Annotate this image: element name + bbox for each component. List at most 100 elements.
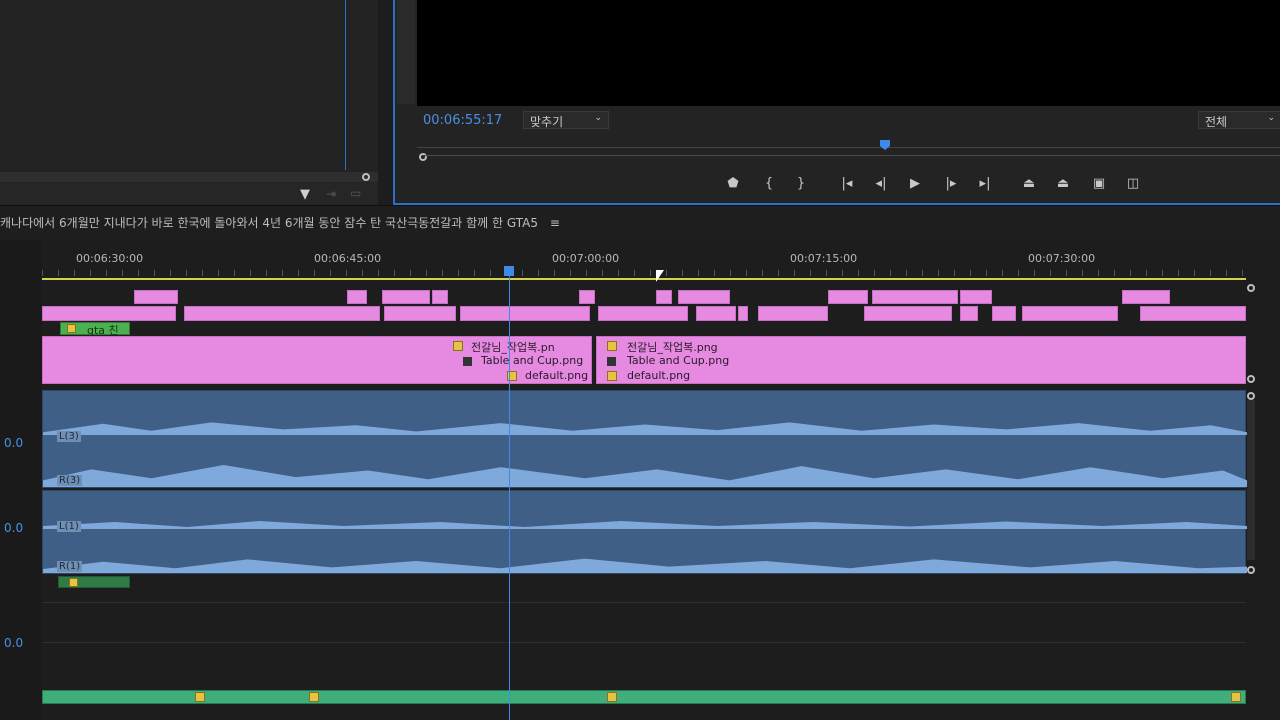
video-clip[interactable] bbox=[184, 306, 380, 321]
video-clip[interactable] bbox=[432, 290, 448, 304]
video-clip[interactable] bbox=[960, 306, 978, 321]
video-clip[interactable] bbox=[1140, 306, 1246, 321]
scrollbar-handle[interactable] bbox=[362, 173, 370, 181]
video-clip[interactable] bbox=[1022, 306, 1118, 321]
video-clip[interactable] bbox=[828, 290, 868, 304]
channel-label: L(3) bbox=[57, 431, 81, 442]
video-preview bbox=[417, 0, 1280, 106]
fx-badge-icon bbox=[453, 341, 463, 351]
step-forward-icon[interactable]: |▸ bbox=[941, 174, 961, 194]
ruler-ticks bbox=[42, 270, 1246, 276]
fit-dropdown[interactable]: 맞추기 ⌄ bbox=[523, 111, 609, 129]
new-bin-icon[interactable]: ▭ bbox=[350, 186, 361, 200]
filter-icon[interactable]: ▼ bbox=[300, 187, 310, 202]
track-divider bbox=[42, 642, 1246, 643]
go-to-out-icon[interactable]: ▸| bbox=[975, 174, 995, 194]
fit-dropdown-label: 맞추기 bbox=[530, 115, 564, 129]
video-clip[interactable] bbox=[384, 306, 456, 321]
scrub-track bbox=[417, 147, 1280, 148]
project-scrollbar[interactable] bbox=[0, 172, 378, 182]
mark-out-icon[interactable]: } bbox=[791, 174, 811, 194]
play-icon[interactable]: ▶ bbox=[905, 174, 925, 194]
video-clip[interactable] bbox=[872, 290, 958, 304]
mark-in-icon[interactable]: { bbox=[759, 174, 779, 194]
fx-badge-icon bbox=[1231, 692, 1241, 702]
vertical-scrollbar[interactable] bbox=[1247, 400, 1255, 560]
video-track-v4 bbox=[42, 290, 1246, 306]
audio-track-a2[interactable]: L(1) R(1) bbox=[42, 490, 1247, 574]
work-area-bar[interactable] bbox=[42, 278, 1246, 280]
timeline-tracks: gta 친 전갈님_작업복.pn Table and Cup.png defau… bbox=[42, 274, 1247, 720]
zoom-handle[interactable] bbox=[1247, 284, 1255, 292]
video-clip[interactable] bbox=[460, 306, 590, 321]
ruler-label: 00:06:30:00 bbox=[76, 252, 144, 265]
mouse-cursor-icon bbox=[656, 270, 664, 282]
channel-label: R(1) bbox=[57, 561, 83, 572]
fx-badge-icon bbox=[67, 324, 76, 333]
video-clip[interactable] bbox=[696, 306, 736, 321]
video-clip[interactable] bbox=[758, 306, 828, 321]
zoom-handle[interactable] bbox=[1247, 375, 1255, 383]
ruler-label: 00:07:00:00 bbox=[552, 252, 620, 265]
channel-label: L(1) bbox=[57, 521, 81, 532]
playhead-line[interactable] bbox=[509, 274, 510, 720]
track-headers: 0.0 0.0 0.0 bbox=[0, 240, 42, 720]
zoom-handle[interactable] bbox=[1247, 566, 1255, 574]
video-clip[interactable] bbox=[656, 290, 672, 304]
sequence-title: 캐나다에서 6개월만 지내다가 바로 한국에 돌아와서 4년 6개월 동안 잠수… bbox=[0, 216, 538, 230]
video-clip[interactable] bbox=[678, 290, 730, 304]
image-clip-label: default.png bbox=[627, 369, 691, 382]
image-clip-label: 전갈님_작업복.pn bbox=[471, 341, 555, 354]
video-clip[interactable] bbox=[382, 290, 430, 304]
fx-badge-icon bbox=[607, 371, 617, 381]
title-clip[interactable]: gta 친 bbox=[60, 322, 130, 337]
waveform bbox=[43, 465, 1247, 487]
step-back-icon[interactable]: ◂| bbox=[871, 174, 891, 194]
video-clip[interactable] bbox=[134, 290, 178, 304]
image-clip-label: Table and Cup.png bbox=[481, 354, 584, 367]
audio-clip-small[interactable] bbox=[58, 576, 130, 588]
video-clip[interactable] bbox=[347, 290, 367, 304]
fx-badge-icon bbox=[607, 692, 617, 702]
music-track[interactable] bbox=[42, 690, 1246, 704]
video-clip[interactable] bbox=[864, 306, 952, 321]
fx-badge-icon bbox=[195, 692, 205, 702]
playhead-marker[interactable] bbox=[880, 140, 890, 150]
program-monitor: 00:06:55:17 맞추기 ⌄ 전체 ⌄ ⬟ { } |◂ ◂| ▶ |▸ … bbox=[393, 0, 1280, 205]
hamburger-icon[interactable]: ≡ bbox=[550, 216, 560, 230]
comparison-view-icon[interactable]: ◫ bbox=[1123, 174, 1143, 194]
time-ruler[interactable]: 00:06:30:00 00:06:45:00 00:07:00:00 00:0… bbox=[42, 248, 1246, 281]
volume-value[interactable]: 0.0 bbox=[4, 636, 23, 650]
sequence-tab[interactable]: 캐나다에서 6개월만 지내다가 바로 한국에 돌아와서 4년 6개월 동안 잠수… bbox=[0, 214, 560, 231]
image-clip-right[interactable]: 전갈님_작업복.png Table and Cup.png default.pn… bbox=[596, 336, 1246, 384]
video-clip[interactable] bbox=[579, 290, 595, 304]
video-clip[interactable] bbox=[738, 306, 748, 321]
audio-track-a1[interactable]: L(3) R(3) bbox=[42, 390, 1247, 488]
fx-badge-icon bbox=[69, 578, 78, 587]
quality-dropdown-label: 전체 bbox=[1205, 115, 1228, 129]
ruler-label: 00:07:30:00 bbox=[1028, 252, 1096, 265]
export-frame-icon[interactable]: ▣ bbox=[1089, 174, 1109, 194]
ruler-label: 00:07:15:00 bbox=[790, 252, 858, 265]
zoom-handle[interactable] bbox=[1247, 392, 1255, 400]
volume-value[interactable]: 0.0 bbox=[4, 436, 23, 450]
video-track-v3 bbox=[42, 306, 1246, 322]
quality-dropdown[interactable]: 전체 ⌄ bbox=[1198, 111, 1280, 129]
monitor-scrub-bar[interactable] bbox=[417, 140, 1280, 164]
lift-icon[interactable]: ⏏ bbox=[1019, 174, 1039, 194]
volume-value[interactable]: 0.0 bbox=[4, 521, 23, 535]
go-to-in-icon[interactable]: |◂ bbox=[837, 174, 857, 194]
video-clip[interactable] bbox=[42, 306, 176, 321]
playhead-timecode[interactable]: 00:06:55:17 bbox=[423, 113, 502, 128]
automate-icon[interactable]: ⇥ bbox=[326, 187, 336, 201]
image-clip-label: 전갈님_작업복.png bbox=[627, 341, 718, 354]
video-clip[interactable] bbox=[1122, 290, 1170, 304]
extract-icon[interactable]: ⏏ bbox=[1053, 174, 1073, 194]
image-clip-label: Table and Cup.png bbox=[627, 354, 730, 367]
project-panel-divider bbox=[345, 0, 346, 170]
video-clip[interactable] bbox=[960, 290, 992, 304]
video-clip[interactable] bbox=[992, 306, 1016, 321]
video-clip[interactable] bbox=[598, 306, 688, 321]
waveform bbox=[43, 558, 1247, 573]
add-marker-icon[interactable]: ⬟ bbox=[723, 174, 743, 194]
